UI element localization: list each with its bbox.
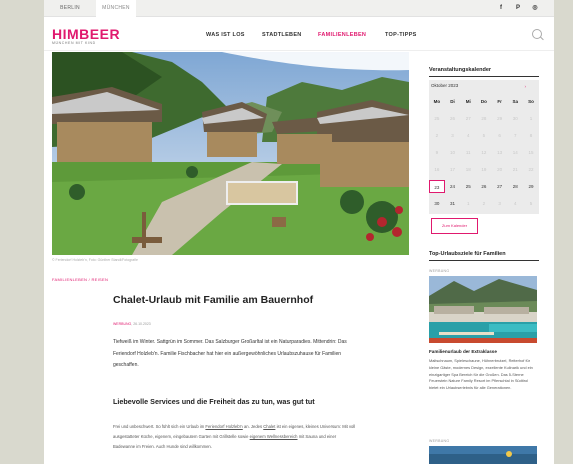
calendar-day[interactable]: 28 <box>507 180 523 193</box>
calendar-day[interactable]: 25 <box>429 112 445 125</box>
calendar-day[interactable]: 2 <box>429 129 445 142</box>
calendar-day[interactable]: 14 <box>507 146 523 159</box>
calendar-day[interactable]: 31 <box>445 197 461 210</box>
calendar-day[interactable]: 29 <box>523 180 539 193</box>
site-logo[interactable]: HIMBEER <box>52 26 120 42</box>
calendar-month: Oktober 2023 <box>431 83 459 88</box>
calendar-day[interactable]: 29 <box>492 112 508 125</box>
article-title: Chalet-Urlaub mit Familie am Bauernhof <box>113 294 314 306</box>
page: BERLIN MÜNCHEN f P ◎ HIMBEER MÜNCHEN MIT… <box>44 0 554 464</box>
nav-was-ist-los[interactable]: WAS IST LOS <box>206 32 245 38</box>
calendar-week-row: 30 31 1 2 3 4 5 <box>429 195 539 212</box>
calendar-day[interactable]: 17 <box>445 163 461 176</box>
calendar-week-row: 23 24 25 26 27 28 29 <box>429 178 539 195</box>
calendar-day[interactable]: 4 <box>460 129 476 142</box>
calendar-day[interactable]: 22 <box>523 163 539 176</box>
calendar-week-row: 2345678 <box>429 127 539 144</box>
article-hero-image <box>52 52 409 255</box>
calendar-day[interactable]: 27 <box>460 112 476 125</box>
calendar-week-row: 25 26 27 28 29 30 1 <box>429 110 539 127</box>
city-muenchen-tab[interactable]: MÜNCHEN <box>96 0 136 17</box>
calendar-next-icon[interactable]: › <box>525 84 527 89</box>
calendar-day[interactable]: 1 <box>460 197 476 210</box>
calendar-day[interactable]: 15 <box>523 146 539 159</box>
site-header: HIMBEER MÜNCHEN MIT KIND WAS IST LOS STA… <box>44 17 554 51</box>
calendar-day[interactable]: 28 <box>476 112 492 125</box>
image-caption: © Feriendorf Holzleb'n, Foto: Günther St… <box>52 258 138 262</box>
nav-stadtleben[interactable]: STADTLEBEN <box>262 32 302 38</box>
link-wellness[interactable]: eigenem Wellnessbereich <box>250 434 298 439</box>
destinations-heading: Top-Urlaubsziele für Familien <box>429 251 539 261</box>
card2-image[interactable] <box>429 446 537 464</box>
calendar-day[interactable]: 26 <box>445 112 461 125</box>
calendar-day[interactable]: 13 <box>492 146 508 159</box>
calendar-day[interactable]: 3 <box>492 197 508 210</box>
article-meta: WERBUNG, 26.10.2023 <box>113 322 151 326</box>
calendar-heading: Veranstaltungskalender <box>429 67 539 77</box>
calendar-day[interactable]: 10 <box>445 146 461 159</box>
calendar-day[interactable]: 4 <box>507 197 523 210</box>
card2-caption: WERBUNG <box>429 439 450 443</box>
article-category[interactable]: FAMILIENLEBEN / REISEN <box>52 277 108 282</box>
link-feriendorf[interactable]: Feriendorf Holzleb'n <box>205 424 242 429</box>
calendar-day[interactable]: 6 <box>492 129 508 142</box>
calendar-weekday: Mi <box>465 99 471 104</box>
calendar-day[interactable]: 21 <box>507 163 523 176</box>
calendar-weekday: Di <box>450 99 455 104</box>
nav-top-tipps[interactable]: TOP-TIPPS <box>385 32 417 38</box>
calendar-day[interactable]: 7 <box>507 129 523 142</box>
nav-familienleben[interactable]: FAMILIENLEBEN <box>318 32 366 38</box>
calendar-grid: Mo Di Mi Do Fr Sa So 25 26 27 28 29 30 1 2 3 4 5 6 7 8 9 10 11 1… <box>429 93 539 212</box>
article-date: 26.10.2023 <box>133 322 151 326</box>
calendar-day[interactable]: 3 <box>445 129 461 142</box>
calendar-day[interactable]: 16 <box>429 163 445 176</box>
calendar-day[interactable]: 30 <box>507 112 523 125</box>
logo-subtitle: MÜNCHEN MIT KIND <box>52 41 96 45</box>
calendar-weekday: Do <box>480 99 487 104</box>
card1-caption: WERBUNG <box>429 269 450 273</box>
calendar-day[interactable]: 2 <box>476 197 492 210</box>
calendar-day[interactable]: 30 <box>429 197 445 210</box>
calendar-button[interactable]: Zum Kalender <box>431 218 478 234</box>
calendar-day[interactable]: 5 <box>523 197 539 210</box>
calendar-day[interactable]: 23 <box>429 180 445 193</box>
calendar-day[interactable]: 20 <box>492 163 508 176</box>
article-subheading: Liebevolle Services und die Freiheit das… <box>113 397 315 406</box>
calendar-weekday: Mo <box>433 99 441 104</box>
event-calendar: Oktober 2023 › Mo Di Mi Do Fr Sa So 25 26 27 28 29 3… <box>429 80 539 214</box>
calendar-day[interactable]: 1 <box>523 112 539 125</box>
card1-image[interactable] <box>429 276 537 343</box>
article-body: Frei und unbeschwert. So fühlt sich ein … <box>113 424 356 450</box>
calendar-day[interactable]: 26 <box>476 180 492 193</box>
calendar-weekday: Sa <box>512 99 519 104</box>
facebook-icon[interactable]: f <box>496 4 506 13</box>
calendar-day[interactable]: 25 <box>460 180 476 193</box>
calendar-weekday: So <box>528 99 534 104</box>
calendar-day[interactable]: 19 <box>476 163 492 176</box>
calendar-day[interactable]: 12 <box>476 146 492 159</box>
calendar-day[interactable]: 24 <box>445 180 461 193</box>
calendar-day[interactable]: 11 <box>460 146 476 159</box>
calendar-weekday-row: Mo Di Mi Do Fr Sa So <box>429 93 539 110</box>
article-intro: Tiefweiß im Winter. Sattgrün im Sommer. … <box>113 339 347 369</box>
calendar-week-row: 16 17 18 19 20 21 22 <box>429 161 539 178</box>
city-bar: BERLIN MÜNCHEN f P ◎ <box>44 0 554 17</box>
pinterest-icon[interactable]: P <box>513 4 523 13</box>
link-chalet[interactable]: Chalet <box>263 424 275 429</box>
calendar-day[interactable]: 18 <box>460 163 476 176</box>
calendar-day[interactable]: 27 <box>492 180 508 193</box>
search-icon[interactable] <box>532 29 542 39</box>
calendar-day[interactable]: 8 <box>523 129 539 142</box>
card1-title[interactable]: Familienurlaub der Extraklasse <box>429 349 497 354</box>
calendar-weekday: Fr <box>497 99 502 104</box>
calendar-day[interactable]: 9 <box>429 146 445 159</box>
calendar-day[interactable]: 5 <box>476 129 492 142</box>
calendar-week-row: 9 10 11 12 13 14 15 <box>429 144 539 161</box>
sponsored-tag: WERBUNG <box>113 322 132 326</box>
city-berlin-tab[interactable]: BERLIN <box>44 0 96 17</box>
instagram-icon[interactable]: ◎ <box>530 4 540 13</box>
card1-text: Maltschnaum, Spieleschaune, Hühnerbrutze… <box>429 358 533 391</box>
